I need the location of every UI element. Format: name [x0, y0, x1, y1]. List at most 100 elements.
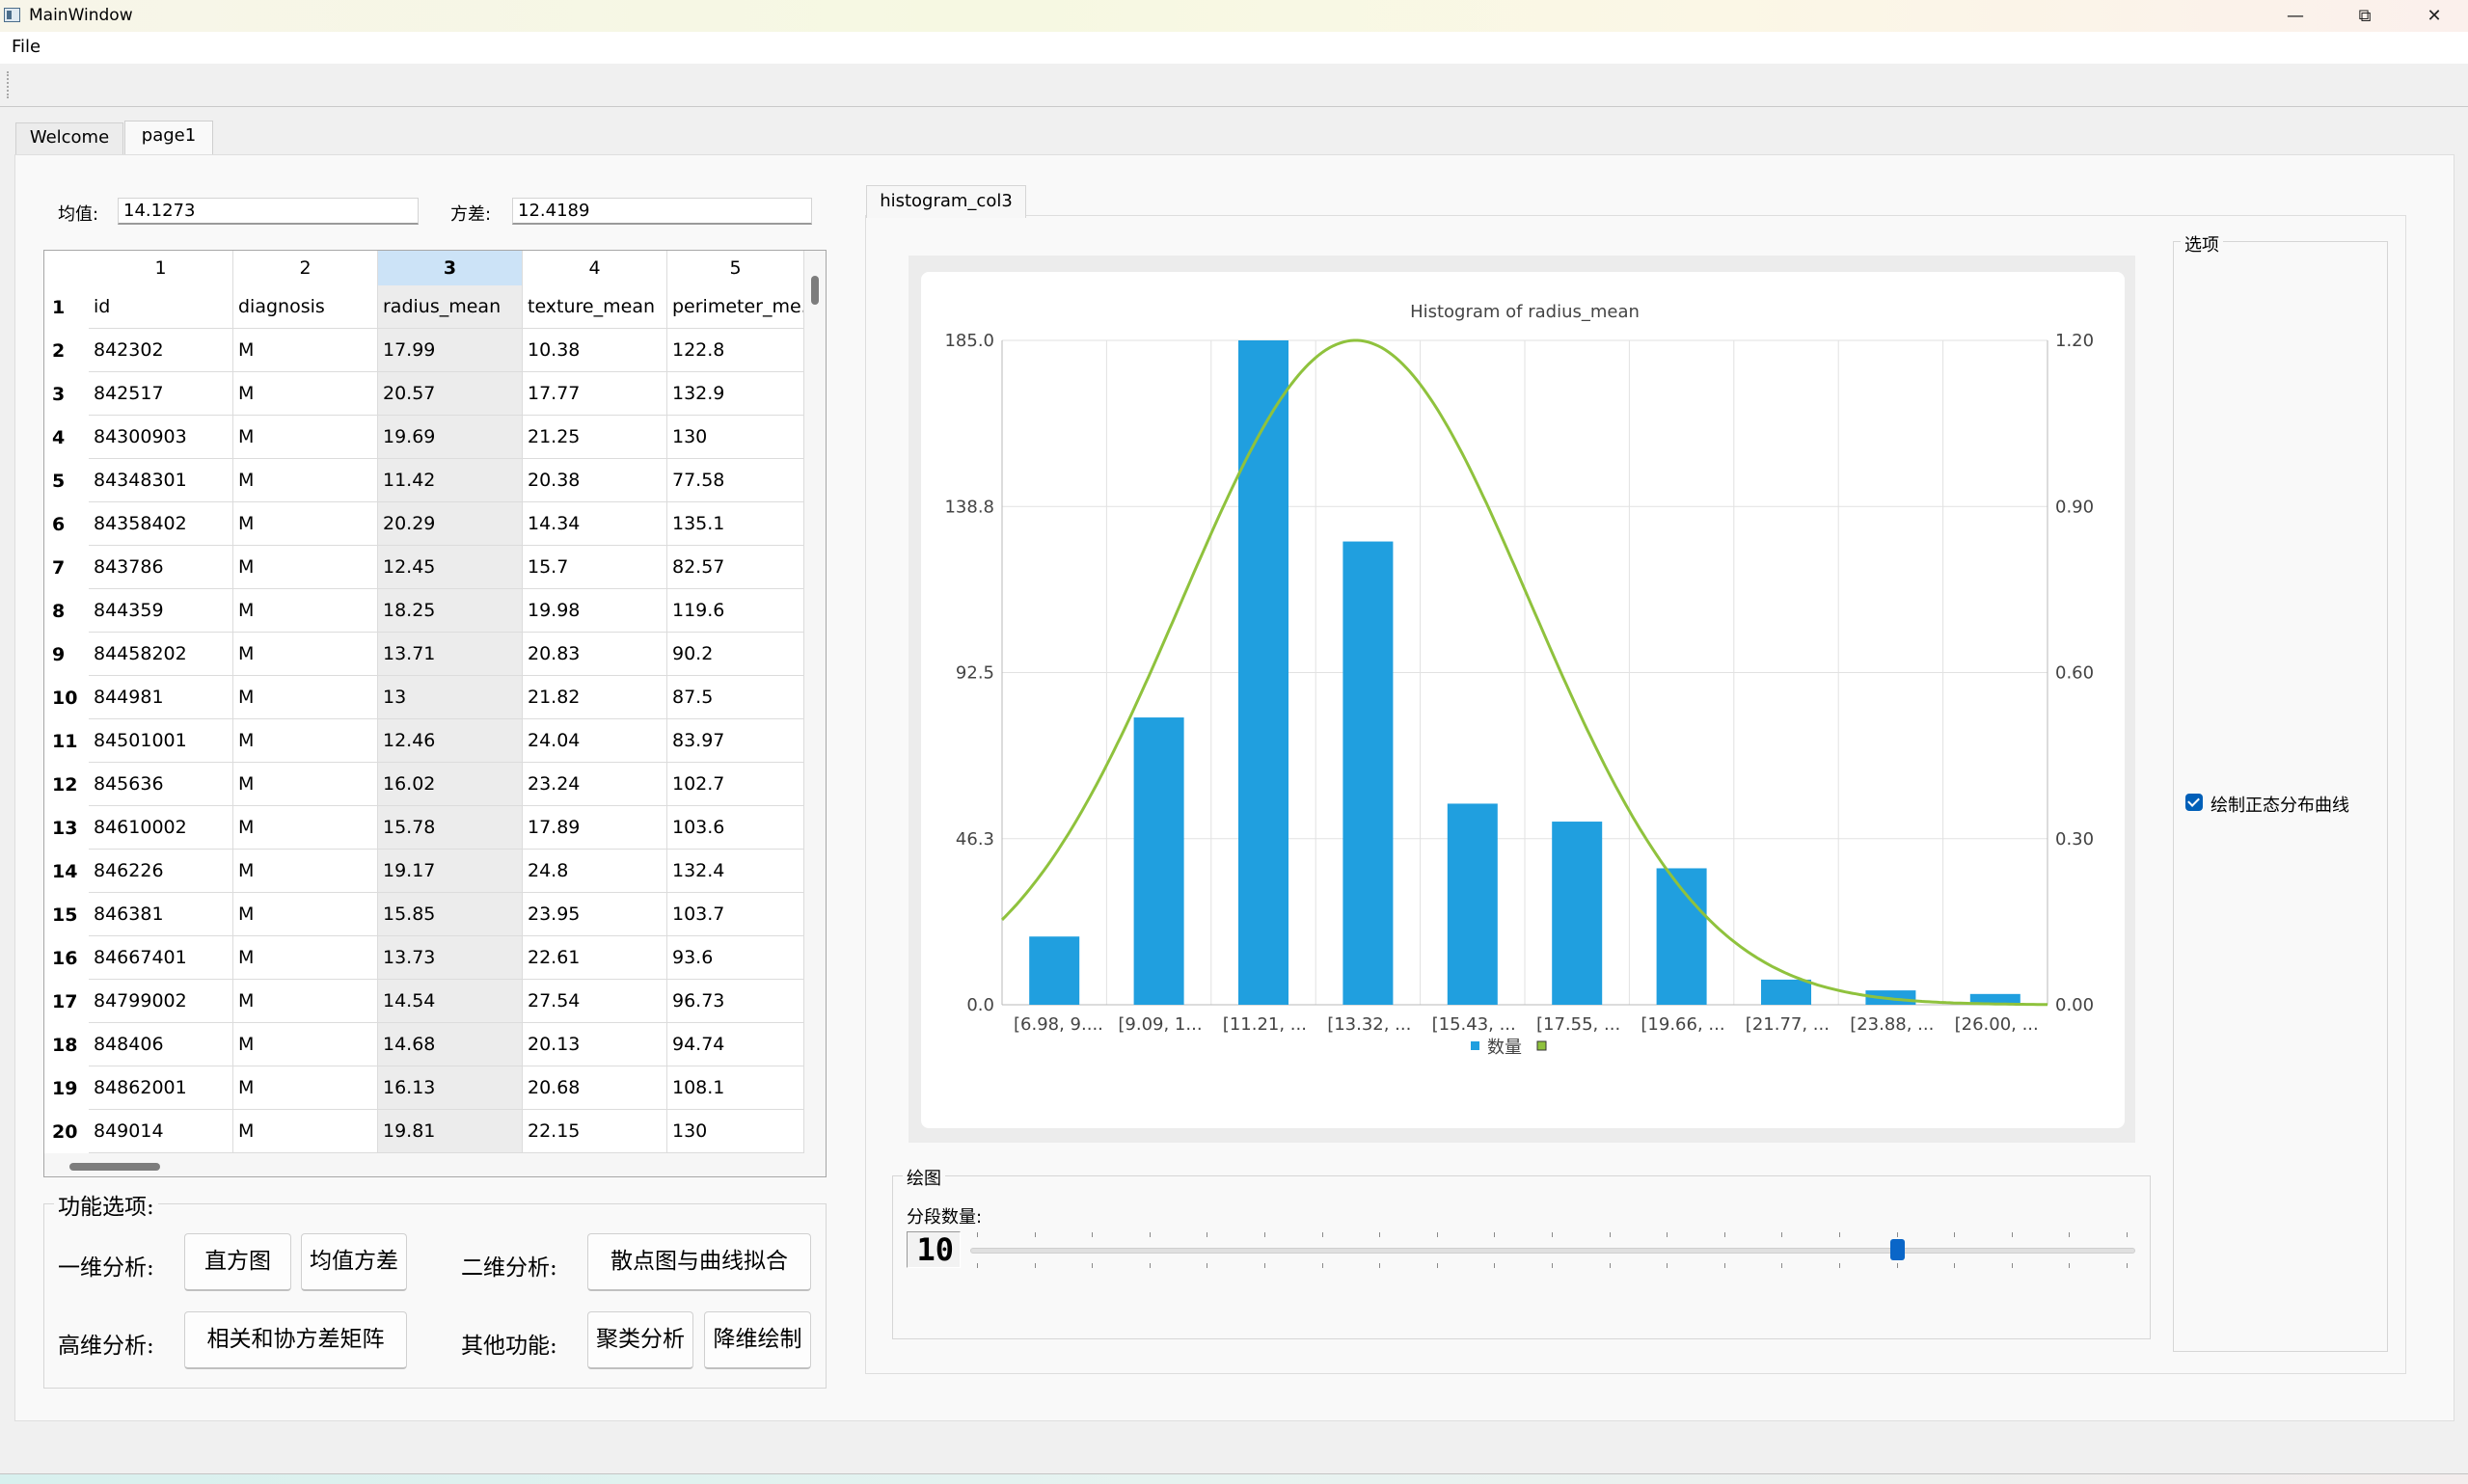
table-cell[interactable]: 11.42 [378, 459, 523, 502]
table-cell[interactable]: 12.45 [378, 546, 523, 589]
normal-curve-checkbox[interactable] [2185, 794, 2203, 811]
table-cell[interactable]: 19.81 [378, 1110, 523, 1153]
table-cell[interactable]: 87.5 [667, 676, 804, 719]
mean-field[interactable]: 14.1273 [118, 198, 419, 225]
table-cell[interactable]: M [233, 502, 378, 546]
column-number-header[interactable]: 5 [667, 251, 804, 285]
table-cell[interactable]: 108.1 [667, 1066, 804, 1110]
column-number-header[interactable]: 2 [233, 251, 378, 285]
row-number-header[interactable]: 3 [44, 384, 89, 405]
table-cell[interactable]: M [233, 372, 378, 416]
table-cell[interactable]: 844359 [89, 589, 233, 633]
table-cell[interactable]: 84862001 [89, 1066, 233, 1110]
row-number-header[interactable]: 19 [44, 1078, 89, 1099]
table-cell[interactable]: 15.7 [523, 546, 667, 589]
table-cell[interactable]: 20.83 [523, 633, 667, 676]
table-cell[interactable]: 84667401 [89, 936, 233, 980]
table-cell[interactable]: 84501001 [89, 719, 233, 763]
table-cell[interactable]: id [89, 285, 233, 329]
table-cell[interactable]: 14.68 [378, 1023, 523, 1066]
tab-welcome[interactable]: Welcome [15, 122, 123, 154]
table-cell[interactable]: texture_mean [523, 285, 667, 329]
table-cell[interactable]: 84458202 [89, 633, 233, 676]
tab-page1[interactable]: page1 [124, 121, 213, 155]
column-number-header[interactable]: 4 [523, 251, 667, 285]
table-cell[interactable]: 846226 [89, 850, 233, 893]
row-number-header[interactable]: 15 [44, 904, 89, 926]
table-cell[interactable]: 849014 [89, 1110, 233, 1153]
table-cell[interactable]: 846381 [89, 893, 233, 936]
table-cell[interactable]: M [233, 893, 378, 936]
table-cell[interactable]: 132.9 [667, 372, 804, 416]
table-cell[interactable]: 20.29 [378, 502, 523, 546]
table-cell[interactable]: 84348301 [89, 459, 233, 502]
horizontal-scrollbar[interactable] [44, 1153, 804, 1176]
table-cell[interactable]: 119.6 [667, 589, 804, 633]
table-cell[interactable]: 15.85 [378, 893, 523, 936]
table-cell[interactable]: 24.04 [523, 719, 667, 763]
scatter-fit-button[interactable]: 散点图与曲线拟合 [587, 1233, 811, 1291]
table-cell[interactable]: 17.89 [523, 806, 667, 850]
cluster-analysis-button[interactable]: 聚类分析 [587, 1311, 693, 1369]
table-cell[interactable]: 77.58 [667, 459, 804, 502]
table-cell[interactable]: M [233, 329, 378, 372]
table-cell[interactable]: 84799002 [89, 980, 233, 1023]
row-number-header[interactable]: 9 [44, 644, 89, 665]
table-cell[interactable]: M [233, 676, 378, 719]
table-cell[interactable]: 20.57 [378, 372, 523, 416]
table-cell[interactable]: 844981 [89, 676, 233, 719]
close-button[interactable]: ✕ [2400, 0, 2468, 32]
table-cell[interactable]: 135.1 [667, 502, 804, 546]
table-cell[interactable]: 83.97 [667, 719, 804, 763]
table-cell[interactable]: M [233, 806, 378, 850]
row-number-header[interactable]: 12 [44, 774, 89, 796]
table-cell[interactable]: M [233, 850, 378, 893]
row-number-header[interactable]: 13 [44, 818, 89, 839]
dim-reduction-button[interactable]: 降维绘制 [704, 1311, 811, 1369]
maximize-button[interactable]: ⧉ [2331, 0, 2399, 32]
table-cell[interactable]: 90.2 [667, 633, 804, 676]
table-cell[interactable]: 13.71 [378, 633, 523, 676]
histogram-button[interactable]: 直方图 [184, 1233, 291, 1291]
normal-curve-label[interactable]: 绘制正态分布曲线 [2210, 792, 2349, 817]
mean-variance-button[interactable]: 均值方差 [301, 1233, 407, 1291]
table-cell[interactable]: 23.24 [523, 763, 667, 806]
table-cell[interactable]: 27.54 [523, 980, 667, 1023]
table-cell[interactable]: 13.73 [378, 936, 523, 980]
data-table[interactable]: 1 2 3 4 5 1 id diagnosis radius_mean texture_mean… [43, 250, 827, 1177]
row-number-header[interactable]: 17 [44, 991, 89, 1012]
table-cell[interactable]: 17.99 [378, 329, 523, 372]
column-number-header[interactable]: 3 [378, 251, 523, 285]
table-cell[interactable]: perimeter_me... [667, 285, 804, 329]
table-cell[interactable]: 93.6 [667, 936, 804, 980]
vertical-scroll-thumb[interactable] [811, 276, 819, 305]
row-number-header[interactable]: 5 [44, 471, 89, 492]
column-number-header[interactable]: 1 [89, 251, 233, 285]
table-cell[interactable]: M [233, 459, 378, 502]
menu-file[interactable]: File [12, 37, 41, 57]
table-cell[interactable]: 23.95 [523, 893, 667, 936]
table-cell[interactable]: M [233, 1066, 378, 1110]
table-cell[interactable]: 20.38 [523, 459, 667, 502]
row-number-header[interactable]: 16 [44, 948, 89, 969]
table-cell[interactable]: M [233, 980, 378, 1023]
table-cell[interactable]: 845636 [89, 763, 233, 806]
table-cell[interactable]: 842517 [89, 372, 233, 416]
table-cell[interactable]: 843786 [89, 546, 233, 589]
bins-slider[interactable] [970, 1248, 2135, 1254]
table-cell[interactable]: 18.25 [378, 589, 523, 633]
horizontal-scroll-thumb[interactable] [69, 1163, 160, 1171]
table-cell[interactable]: 22.15 [523, 1110, 667, 1153]
table-cell[interactable]: M [233, 1023, 378, 1066]
table-cell[interactable]: 842302 [89, 329, 233, 372]
vertical-scrollbar[interactable] [804, 251, 826, 1176]
table-cell[interactable]: 17.77 [523, 372, 667, 416]
row-number-header[interactable]: 1 [44, 297, 89, 318]
row-number-header[interactable]: 8 [44, 601, 89, 622]
row-number-header[interactable]: 4 [44, 427, 89, 448]
table-cell[interactable]: 84610002 [89, 806, 233, 850]
table-cell[interactable]: 103.7 [667, 893, 804, 936]
tab-histogram-col3[interactable]: histogram_col3 [866, 185, 1026, 218]
minimize-button[interactable]: — [2262, 0, 2329, 32]
table-cell[interactable]: 16.13 [378, 1066, 523, 1110]
